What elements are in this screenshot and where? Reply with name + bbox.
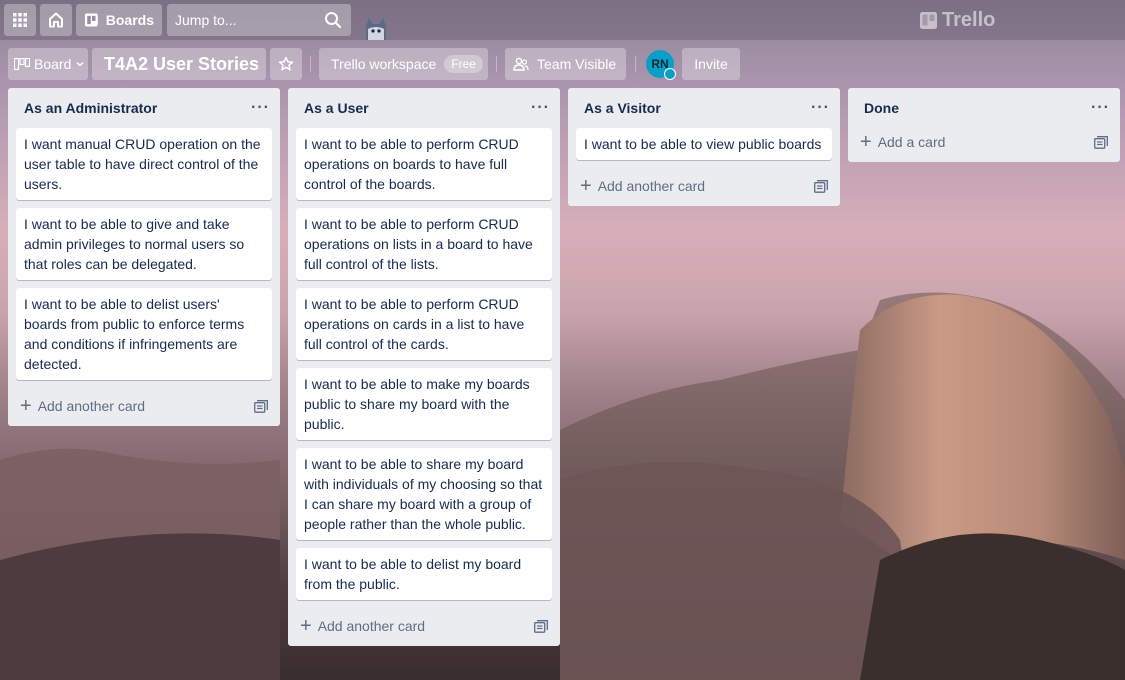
list-header: As a Visitor ···	[568, 88, 840, 128]
card-template-icon[interactable]	[534, 619, 548, 633]
search-placeholder: Jump to...	[175, 12, 237, 28]
card[interactable]: I want to be able to make my boards publ…	[296, 368, 552, 440]
star-board-button[interactable]	[270, 48, 302, 80]
divider	[310, 56, 311, 72]
top-header: Boards Jump to... Trello	[0, 0, 1125, 40]
plus-icon: +	[20, 395, 32, 417]
add-card-button[interactable]: + Add another card	[580, 175, 706, 197]
card-template-icon[interactable]	[814, 179, 828, 193]
add-card-button[interactable]: + Add another card	[20, 395, 146, 417]
card[interactable]: I want to be able to delist users' board…	[16, 288, 272, 380]
plus-icon: +	[860, 131, 872, 153]
star-icon	[278, 56, 294, 71]
list-header: As an Administrator ···	[8, 88, 280, 128]
card-template-icon[interactable]	[1094, 135, 1108, 149]
home-button[interactable]	[40, 4, 72, 36]
add-card-button[interactable]: + Add a card	[860, 131, 946, 153]
list-footer: + Add another card	[8, 388, 280, 426]
card[interactable]: I want to be able to perform CRUD operat…	[296, 128, 552, 200]
list-menu-icon[interactable]: ···	[811, 99, 830, 117]
visibility-button[interactable]: Team Visible	[505, 48, 626, 80]
trello-logo[interactable]: Trello	[920, 8, 995, 32]
card[interactable]: I want to be able to delist my board fro…	[296, 548, 552, 600]
chevron-down-icon	[76, 62, 84, 67]
add-card-label: Add another card	[597, 178, 706, 194]
list-footer: + Add a card	[848, 124, 1120, 162]
list-done: Done ··· + Add a card	[848, 88, 1120, 162]
boards-button[interactable]: Boards	[76, 4, 162, 36]
divider	[496, 56, 497, 72]
member-avatar[interactable]: RN	[646, 50, 676, 80]
grid-icon	[13, 13, 27, 27]
add-card-label: Add another card	[317, 618, 426, 634]
workspace-label: Trello workspace	[331, 56, 437, 72]
card[interactable]: I want manual CRUD operation on the user…	[16, 128, 272, 200]
list-title[interactable]: As an Administrator	[24, 100, 157, 116]
card[interactable]: I want to be able to perform CRUD operat…	[296, 288, 552, 360]
card[interactable]: I want to be able to share my board with…	[296, 448, 552, 540]
admin-badge-icon	[664, 68, 676, 80]
trello-logo-icon	[920, 11, 937, 29]
search-icon	[325, 12, 342, 29]
boards-label: Boards	[105, 12, 154, 28]
workspace-button[interactable]: Trello workspace Free	[319, 48, 488, 80]
list-title[interactable]: As a User	[304, 100, 369, 116]
list-menu-icon[interactable]: ···	[531, 99, 550, 117]
invite-button[interactable]: Invite	[682, 48, 740, 80]
board-view-label: Board	[34, 56, 72, 72]
list-footer: + Add another card	[568, 168, 840, 206]
list-header: Done ···	[848, 88, 1120, 128]
card[interactable]: I want to be able to give and take admin…	[16, 208, 272, 280]
brand-name: Trello	[942, 8, 996, 31]
apps-button[interactable]	[4, 4, 36, 36]
divider	[635, 56, 636, 72]
add-card-label: Add another card	[37, 398, 146, 414]
list-as-an-administrator: As an Administrator ··· I want manual CR…	[8, 88, 280, 426]
list-title[interactable]: As a Visitor	[584, 100, 661, 116]
card[interactable]: I want to be able to perform CRUD operat…	[296, 208, 552, 280]
plus-icon: +	[300, 615, 312, 637]
board-view-switcher[interactable]: Board	[8, 48, 88, 80]
add-card-button[interactable]: + Add another card	[300, 615, 426, 637]
card[interactable]: I want to be able to view public boards	[576, 128, 832, 160]
team-icon	[513, 57, 529, 71]
list-header: As a User ···	[288, 88, 560, 128]
list-menu-icon[interactable]: ···	[1091, 99, 1110, 117]
add-card-label: Add a card	[877, 134, 946, 150]
board-icon	[84, 13, 98, 27]
plus-icon: +	[580, 175, 592, 197]
board-title[interactable]: T4A2 User Stories	[92, 48, 266, 80]
list-title[interactable]: Done	[864, 100, 899, 116]
home-icon	[49, 12, 63, 28]
visibility-label: Team Visible	[537, 56, 617, 72]
list-as-a-user: As a User ··· I want to be able to perfo…	[288, 88, 560, 646]
list-footer: + Add another card	[288, 608, 560, 646]
board-view-icon	[14, 58, 30, 70]
plan-badge: Free	[444, 55, 483, 73]
card-template-icon[interactable]	[254, 399, 268, 413]
list-as-a-visitor: As a Visitor ··· I want to be able to vi…	[568, 88, 840, 206]
taco-mascot-icon	[366, 18, 386, 40]
list-menu-icon[interactable]: ···	[251, 99, 270, 117]
search-input[interactable]: Jump to...	[167, 4, 351, 36]
